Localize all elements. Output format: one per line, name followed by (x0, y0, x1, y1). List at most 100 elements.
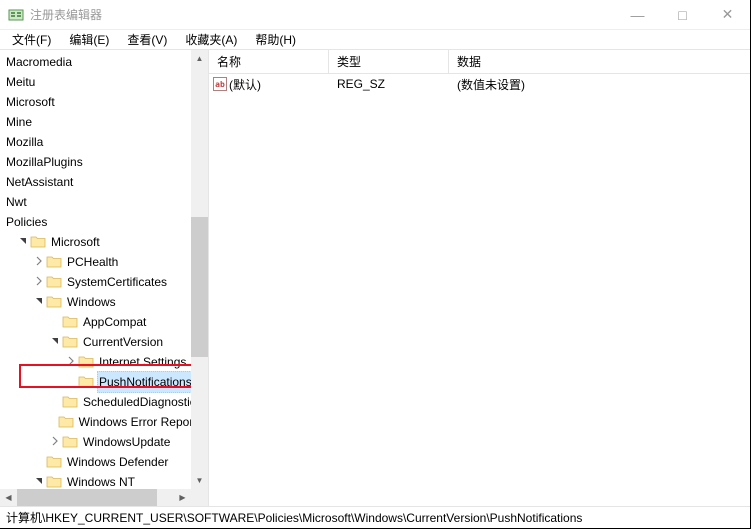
tree-item-label: PushNotifications (97, 371, 194, 393)
tree-item-label: Nwt (4, 192, 29, 212)
menu-help[interactable]: 帮助(H) (247, 29, 304, 50)
column-type[interactable]: 类型 (329, 50, 449, 73)
menu-favorites[interactable]: 收藏夹(A) (177, 29, 245, 50)
tree-pane: MacromediaMeituMicrosoftMineMozillaMozil… (0, 50, 209, 506)
tree-item-label: Microsoft (49, 232, 102, 252)
tree-item[interactable]: MozillaPlugins (0, 152, 208, 172)
scroll-thumb[interactable] (191, 217, 208, 357)
tree-item[interactable]: PushNotifications (0, 372, 208, 392)
value-row[interactable]: ab(默认) REG_SZ(数值未设置) (209, 74, 750, 94)
folder-icon (46, 254, 62, 270)
close-button[interactable]: ✕ (705, 0, 750, 29)
tree-item[interactable]: Windows Error Reportin (0, 412, 208, 432)
scroll-track[interactable] (191, 67, 208, 472)
tree-item-label: Windows Error Reportin (77, 412, 208, 432)
string-value-icon: ab (213, 77, 227, 91)
folder-icon (62, 394, 78, 410)
tree-item[interactable]: PCHealth (0, 252, 208, 272)
tree-item[interactable]: Microsoft (0, 232, 208, 252)
folder-icon (78, 374, 94, 390)
tree-item-label: Windows (65, 292, 118, 312)
folder-icon (46, 454, 62, 470)
tree-item[interactable]: SystemCertificates (0, 272, 208, 292)
tree-item-label: ScheduledDiagnostics (81, 392, 204, 412)
value-list[interactable]: ab(默认) REG_SZ(数值未设置) (209, 74, 750, 506)
tree-item[interactable]: Mozilla (0, 132, 208, 152)
folder-icon (62, 434, 78, 450)
tree-item[interactable]: WindowsUpdate (0, 432, 208, 452)
tree-vertical-scrollbar[interactable]: ▲ ▼ (191, 50, 208, 489)
chevron-down-icon[interactable] (16, 236, 30, 246)
chevron-down-icon[interactable] (32, 476, 46, 486)
scroll-down-button[interactable]: ▼ (191, 472, 208, 489)
tree-item[interactable]: Microsoft (0, 92, 208, 112)
tree-item[interactable]: Windows (0, 292, 208, 312)
menu-view[interactable]: 查看(V) (119, 29, 175, 50)
tree-item[interactable]: Policies (0, 212, 208, 232)
tree-item-label: Windows Defender (65, 452, 170, 472)
tree-item-label: WindowsUpdate (81, 432, 172, 452)
tree-item-label: MozillaPlugins (4, 152, 85, 172)
tree-item-label: Macromedia (4, 52, 74, 72)
tree-item[interactable]: Meitu (0, 72, 208, 92)
status-path: 计算机\HKEY_CURRENT_USER\SOFTWARE\Policies\… (6, 509, 582, 526)
folder-icon (30, 234, 46, 250)
titlebar: 注册表编辑器 — □ ✕ (0, 0, 750, 30)
scroll-left-button[interactable]: ◀ (0, 489, 17, 506)
column-name[interactable]: 名称 (209, 50, 329, 73)
scroll-up-button[interactable]: ▲ (191, 50, 208, 67)
registry-tree[interactable]: MacromediaMeituMicrosoftMineMozillaMozil… (0, 50, 208, 494)
folder-icon (46, 274, 62, 290)
folder-icon (46, 294, 62, 310)
value-data: (数值未设置) (449, 76, 750, 93)
menu-edit[interactable]: 编辑(E) (61, 29, 117, 50)
maximize-button[interactable]: □ (660, 0, 705, 29)
scroll-track[interactable] (17, 489, 174, 506)
tree-item-label: Policies (4, 212, 49, 232)
tree-item-label: Meitu (4, 72, 37, 92)
tree-item[interactable]: AppCompat (0, 312, 208, 332)
tree-item-label: NetAssistant (4, 172, 75, 192)
tree-item-label: PCHealth (65, 252, 120, 272)
tree-item-label: Mine (4, 112, 34, 132)
tree-item-label: SystemCertificates (65, 272, 169, 292)
chevron-down-icon[interactable] (48, 336, 62, 346)
tree-item[interactable]: CurrentVersion (0, 332, 208, 352)
menu-file[interactable]: 文件(F) (4, 29, 59, 50)
statusbar: 计算机\HKEY_CURRENT_USER\SOFTWARE\Policies\… (0, 506, 750, 528)
tree-horizontal-scrollbar[interactable]: ◀ ▶ (0, 489, 191, 506)
chevron-right-icon[interactable] (64, 356, 78, 366)
tree-item-label: CurrentVersion (81, 332, 165, 352)
chevron-down-icon[interactable] (32, 296, 46, 306)
list-pane: 名称 类型 数据 ab(默认) REG_SZ(数值未设置) (209, 50, 750, 506)
folder-icon (62, 314, 78, 330)
scroll-corner (191, 489, 208, 506)
minimize-button[interactable]: — (615, 0, 660, 29)
list-header: 名称 类型 数据 (209, 50, 750, 74)
folder-icon (58, 414, 74, 430)
tree-item-label: AppCompat (81, 312, 148, 332)
chevron-right-icon[interactable] (48, 436, 62, 446)
tree-item[interactable]: Macromedia (0, 52, 208, 72)
tree-item[interactable]: NetAssistant (0, 172, 208, 192)
tree-item-label: Mozilla (4, 132, 45, 152)
value-type: REG_SZ (329, 77, 449, 91)
value-name: (默认) (229, 76, 261, 93)
menubar: 文件(F) 编辑(E) 查看(V) 收藏夹(A) 帮助(H) (0, 30, 750, 50)
tree-item-label: Internet Settings (97, 352, 188, 372)
scroll-right-button[interactable]: ▶ (174, 489, 191, 506)
tree-item[interactable]: Mine (0, 112, 208, 132)
tree-item[interactable]: Windows Defender (0, 452, 208, 472)
window-title: 注册表编辑器 (30, 6, 615, 23)
chevron-right-icon[interactable] (32, 276, 46, 286)
folder-icon (78, 354, 94, 370)
tree-item[interactable]: ScheduledDiagnostics (0, 392, 208, 412)
tree-item[interactable]: Internet Settings (0, 352, 208, 372)
column-data[interactable]: 数据 (449, 50, 750, 73)
scroll-thumb[interactable] (17, 489, 157, 506)
tree-item[interactable]: Nwt (0, 192, 208, 212)
window-buttons: — □ ✕ (615, 0, 750, 29)
content-area: MacromediaMeituMicrosoftMineMozillaMozil… (0, 50, 750, 506)
chevron-right-icon[interactable] (32, 256, 46, 266)
folder-icon (46, 474, 62, 490)
